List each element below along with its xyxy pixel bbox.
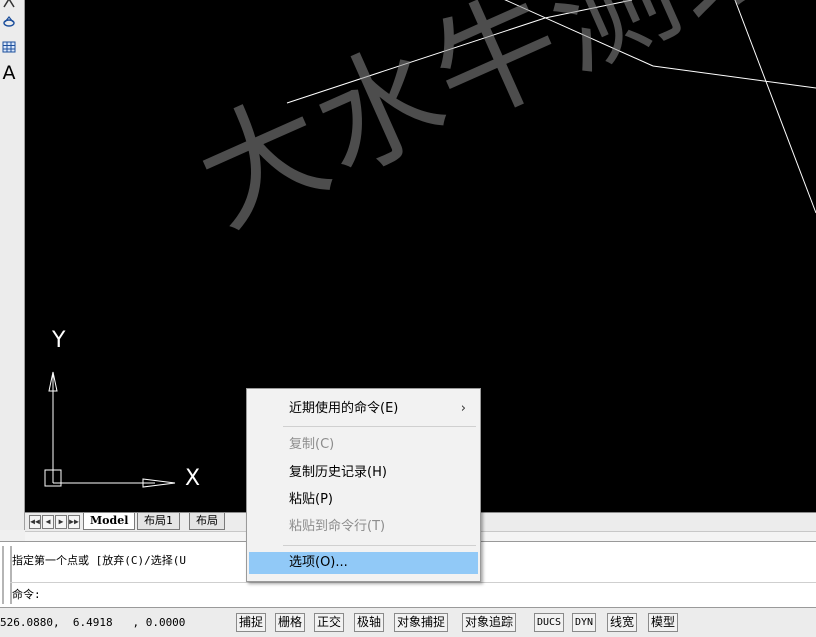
otrack-toggle[interactable]: 对象追踪 bbox=[462, 613, 517, 632]
tool-icon-partial[interactable] bbox=[0, 0, 18, 12]
menu-item-recent-commands[interactable]: 近期使用的命令(E) › bbox=[249, 398, 478, 420]
context-menu: 近期使用的命令(E) › 复制(C) 复制历史记录(H) 粘贴(P) 粘贴到命令… bbox=[246, 388, 481, 582]
tab-layout-2[interactable]: 布局 bbox=[189, 513, 225, 530]
drawing-line-1 bbox=[286, 17, 546, 104]
last-tab-button[interactable]: ▶▶ bbox=[68, 515, 80, 529]
tab-model[interactable]: Model bbox=[83, 513, 136, 530]
menu-item-label: 近期使用的命令(E) bbox=[289, 401, 399, 416]
model-toggle[interactable]: 模型 bbox=[648, 613, 679, 632]
command-history-line: 指定第一个点或 [放弃(C)/选择(U bbox=[12, 554, 186, 567]
menu-item-copy[interactable]: 复制(C) bbox=[249, 434, 478, 456]
next-tab-button[interactable]: ▶ bbox=[55, 515, 67, 529]
grid-toggle[interactable]: 栅格 bbox=[275, 613, 306, 632]
left-toolbar: A bbox=[0, 0, 25, 530]
ortho-toggle[interactable]: 正交 bbox=[314, 613, 345, 632]
table-icon[interactable] bbox=[0, 38, 18, 56]
cursor-coordinates: 526.0880, 6.4918 , 0.0000 bbox=[0, 616, 186, 629]
submenu-arrow-icon: › bbox=[460, 401, 466, 416]
menu-item-paste-to-command-line[interactable]: 粘贴到命令行(T) bbox=[249, 516, 478, 538]
osnap-toggle[interactable]: 对象捕捉 bbox=[394, 613, 449, 632]
ucs-y-label: Y bbox=[52, 328, 66, 353]
dyn-toggle[interactable]: DYN bbox=[572, 613, 597, 632]
command-prompt: 命令: bbox=[12, 588, 41, 601]
menu-item-options[interactable]: 选项(O)... bbox=[249, 552, 478, 574]
ucs-icon bbox=[44, 371, 176, 488]
drawing-line-4 bbox=[652, 65, 816, 89]
drawing-line-3 bbox=[504, 0, 654, 67]
text-tool-icon[interactable]: A bbox=[0, 62, 18, 84]
status-bar: 526.0880, 6.4918 , 0.0000 捕捉 栅格 正交 极轴 对象… bbox=[0, 607, 816, 637]
menu-item-paste[interactable]: 粘贴(P) bbox=[249, 489, 478, 511]
drawing-line-2 bbox=[544, 0, 633, 19]
command-prompt-row[interactable]: 命令: bbox=[10, 582, 816, 603]
first-tab-button[interactable]: ◀◀ bbox=[29, 515, 41, 529]
menu-separator bbox=[283, 545, 476, 546]
ducs-toggle[interactable]: DUCS bbox=[534, 613, 565, 632]
prev-tab-button[interactable]: ◀ bbox=[42, 515, 54, 529]
menu-separator bbox=[283, 426, 476, 427]
insert-block-icon[interactable] bbox=[0, 12, 18, 30]
tab-layout-1[interactable]: 布局1 bbox=[137, 513, 180, 530]
polar-toggle[interactable]: 极轴 bbox=[354, 613, 385, 632]
snap-toggle[interactable]: 捕捉 bbox=[236, 613, 267, 632]
drawing-line-5 bbox=[734, 0, 816, 214]
lineweight-toggle[interactable]: 线宽 bbox=[607, 613, 638, 632]
menu-item-copy-history[interactable]: 复制历史记录(H) bbox=[249, 462, 478, 484]
ucs-x-label: X bbox=[185, 466, 201, 491]
